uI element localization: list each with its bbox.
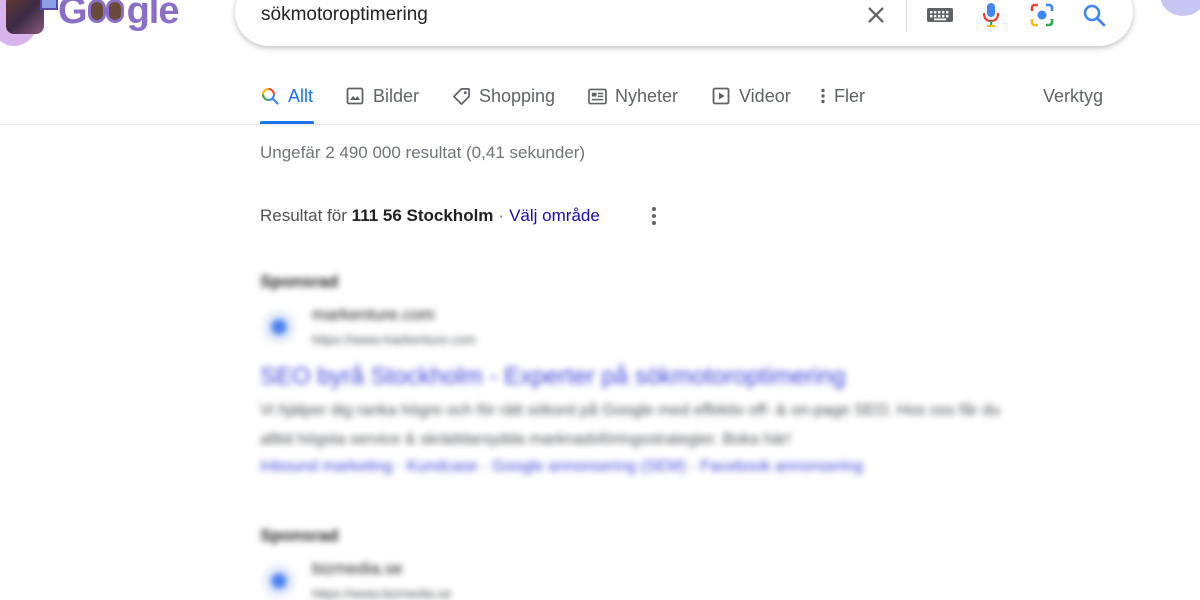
- ad-sitelinks[interactable]: Inbound marketing · Kundcase · Google an…: [260, 458, 863, 476]
- tab-label: Videor: [739, 86, 791, 106]
- microphone-icon[interactable]: [978, 2, 1004, 28]
- sponsored-label: Sponsrad: [260, 526, 339, 545]
- news-icon: [587, 86, 607, 106]
- logo-wordmark: Ggle: [58, 0, 179, 32]
- keyboard-icon[interactable]: [925, 2, 955, 28]
- sponsored-label: Sponsrad: [260, 272, 339, 291]
- tab-videos[interactable]: Videor: [711, 78, 791, 124]
- ad-site-name[interactable]: markenture.com: [312, 305, 435, 325]
- location-menu-icon[interactable]: [645, 204, 663, 228]
- site-favicon: [262, 310, 296, 344]
- sponsored-result: Sponsrad bizmedia.se https://www.bizmedi…: [260, 526, 1060, 600]
- account-avatar[interactable]: [1160, 0, 1200, 16]
- tab-label: Nyheter: [615, 86, 679, 106]
- lens-camera-icon[interactable]: [1029, 2, 1055, 28]
- tab-shopping[interactable]: Shopping: [451, 78, 555, 124]
- more-vert-icon: [818, 86, 828, 106]
- tools-button[interactable]: Verktyg: [1043, 86, 1103, 107]
- sponsored-result: Sponsrad markenture.com https://www.mark…: [260, 272, 1060, 487]
- ad-site-name[interactable]: bizmedia.se: [312, 559, 403, 579]
- image-icon: [345, 86, 365, 106]
- tab-news[interactable]: Nyheter: [587, 78, 678, 124]
- doodle-binoculars: [87, 0, 126, 27]
- tab-label: Fler: [834, 86, 865, 106]
- location-line: Resultat för 111 56 Stockholm · Välj områd…: [260, 206, 600, 226]
- search-input[interactable]: sökmotoroptimering: [261, 4, 428, 26]
- tab-all[interactable]: Allt: [260, 78, 314, 124]
- location-prefix: Resultat för: [260, 206, 347, 225]
- site-favicon: [262, 564, 296, 598]
- tab-label: Bilder: [373, 86, 420, 106]
- result-stats: Ungefär 2 490 000 resultat (0,41 sekunde…: [260, 143, 586, 162]
- google-doodle-logo[interactable]: Ggle: [0, 0, 190, 48]
- search-box[interactable]: sökmotoroptimering: [235, 0, 1133, 46]
- ad-url[interactable]: https://www.markenture.com: [312, 332, 476, 347]
- tab-images[interactable]: Bilder: [345, 78, 419, 124]
- doodle-flag: [40, 0, 58, 10]
- ad-title-link[interactable]: SEO byrå Stockholm - Experter på sökmoto…: [260, 363, 846, 391]
- location-separator: ·: [498, 206, 505, 225]
- tag-icon: [451, 86, 471, 106]
- tab-more[interactable]: Fler: [818, 78, 865, 124]
- search-icon: [260, 86, 280, 106]
- search-box-divider: [906, 0, 907, 32]
- play-icon: [711, 86, 731, 106]
- search-icon[interactable]: [1081, 2, 1107, 28]
- ad-description: Vi hjälper dig ranka högre och för rätt …: [260, 402, 1000, 448]
- ad-url[interactable]: https://www.bizmedia.se: [312, 586, 451, 600]
- location-place: 111 56 Stockholm: [351, 206, 494, 225]
- doodle-figure: [6, 0, 44, 34]
- clear-icon[interactable]: [863, 2, 889, 28]
- tabs-divider: [0, 124, 1200, 125]
- tab-label: Allt: [288, 86, 314, 106]
- tab-label: Shopping: [479, 86, 556, 106]
- change-location-link[interactable]: Välj område: [509, 206, 600, 225]
